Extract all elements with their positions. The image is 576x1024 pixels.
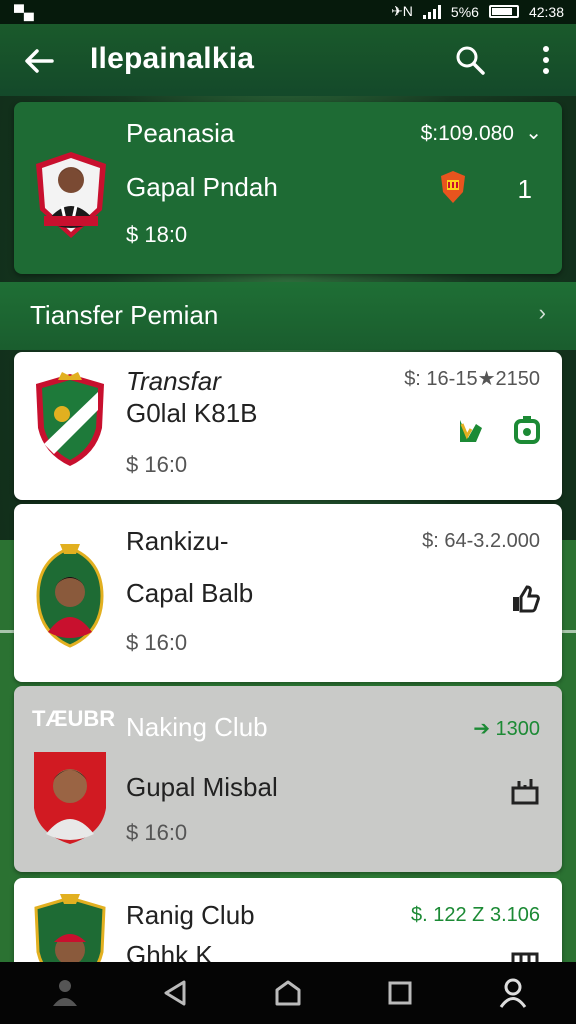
item-subtitle: G0lal K81B bbox=[126, 398, 258, 428]
item-subtitle: Gupal Misbal bbox=[126, 772, 278, 802]
bottom-navigation-bar bbox=[0, 962, 576, 1024]
chart-icon[interactable] bbox=[510, 776, 540, 806]
section-title: Tiansfer Pemian bbox=[30, 300, 219, 330]
item-title: Transfar bbox=[126, 366, 221, 396]
chevron-down-icon[interactable]: ⌄ bbox=[525, 120, 542, 145]
wifi-icon: ✈N bbox=[391, 3, 413, 19]
signal-icon bbox=[422, 4, 441, 19]
transfer-value: ➔ 1300 bbox=[473, 718, 540, 740]
item-title: Ranig Club bbox=[126, 900, 255, 930]
market-value: $:109.080 bbox=[420, 122, 514, 145]
item-title: Naking Club bbox=[126, 712, 268, 742]
battery-icon bbox=[488, 5, 519, 18]
item-tag: TÆUBR bbox=[32, 706, 116, 731]
item-price: $ 16:0 bbox=[126, 820, 188, 845]
page-title: Ilepainalkia bbox=[90, 42, 255, 75]
section-transfer-header[interactable]: Tiansfer Pemian › bbox=[0, 282, 576, 350]
transfer-value: $: 64-3.2.000 bbox=[422, 530, 540, 552]
item-price: $ 16:0 bbox=[126, 630, 188, 655]
featured-player-card[interactable]: Peanasia $:109.080 ⌄ Gapal Pndah 1 $ 18:… bbox=[14, 102, 562, 274]
arrow-left-icon[interactable] bbox=[22, 44, 56, 78]
app-bar: Ilepainalkia bbox=[0, 24, 576, 96]
battery-percent: 5%6 bbox=[450, 3, 479, 20]
item-subtitle: Capal Balb bbox=[126, 578, 254, 608]
status-bar: ▀▄ ✈N 5%6 42:38 bbox=[0, 0, 576, 24]
club-badge-icon bbox=[440, 170, 466, 204]
search-icon[interactable] bbox=[454, 44, 486, 76]
list-item[interactable]: Transfar $: 16-15★2150 G0lal K81B $ 16:0 bbox=[14, 352, 562, 500]
item-title: Rankizu- bbox=[126, 526, 229, 556]
transfer-value: $. 122 Z 3.106 bbox=[411, 904, 540, 926]
club-name: Gapal Pndah bbox=[126, 172, 278, 202]
player-crest-icon bbox=[32, 748, 108, 846]
thumbs-up-icon[interactable] bbox=[510, 584, 540, 614]
recents-square-icon[interactable] bbox=[383, 976, 417, 1010]
transfer-value: $: 16-15★2150 bbox=[404, 368, 540, 390]
back-triangle-icon[interactable] bbox=[158, 976, 192, 1010]
boot-icon[interactable] bbox=[456, 416, 486, 446]
list-item[interactable]: TÆUBR Naking Club ➔ 1300 Gupal Misbal $ … bbox=[14, 686, 562, 872]
clock: 42:38 bbox=[528, 3, 564, 20]
chevron-right-icon[interactable]: › bbox=[539, 300, 546, 326]
player-avatar-badge bbox=[32, 150, 110, 240]
player-name: Peanasia bbox=[126, 118, 235, 148]
home-icon[interactable] bbox=[271, 976, 305, 1010]
player-crest-icon bbox=[32, 540, 108, 652]
list-item[interactable]: Rankizu- $: 64-3.2.000 Capal Balb $ 16:0 bbox=[14, 504, 562, 682]
player-price: $ 18:0 bbox=[126, 222, 188, 247]
stopwatch-icon[interactable] bbox=[512, 414, 542, 444]
club-crest-icon bbox=[32, 370, 108, 468]
squad-count: 1 bbox=[517, 174, 532, 204]
profile-icon[interactable] bbox=[496, 976, 530, 1010]
item-price: $ 16:0 bbox=[126, 452, 188, 477]
notification-icon: ▀▄ bbox=[14, 4, 34, 20]
more-vertical-icon[interactable] bbox=[540, 44, 552, 76]
person-outline-icon[interactable] bbox=[48, 976, 82, 1010]
